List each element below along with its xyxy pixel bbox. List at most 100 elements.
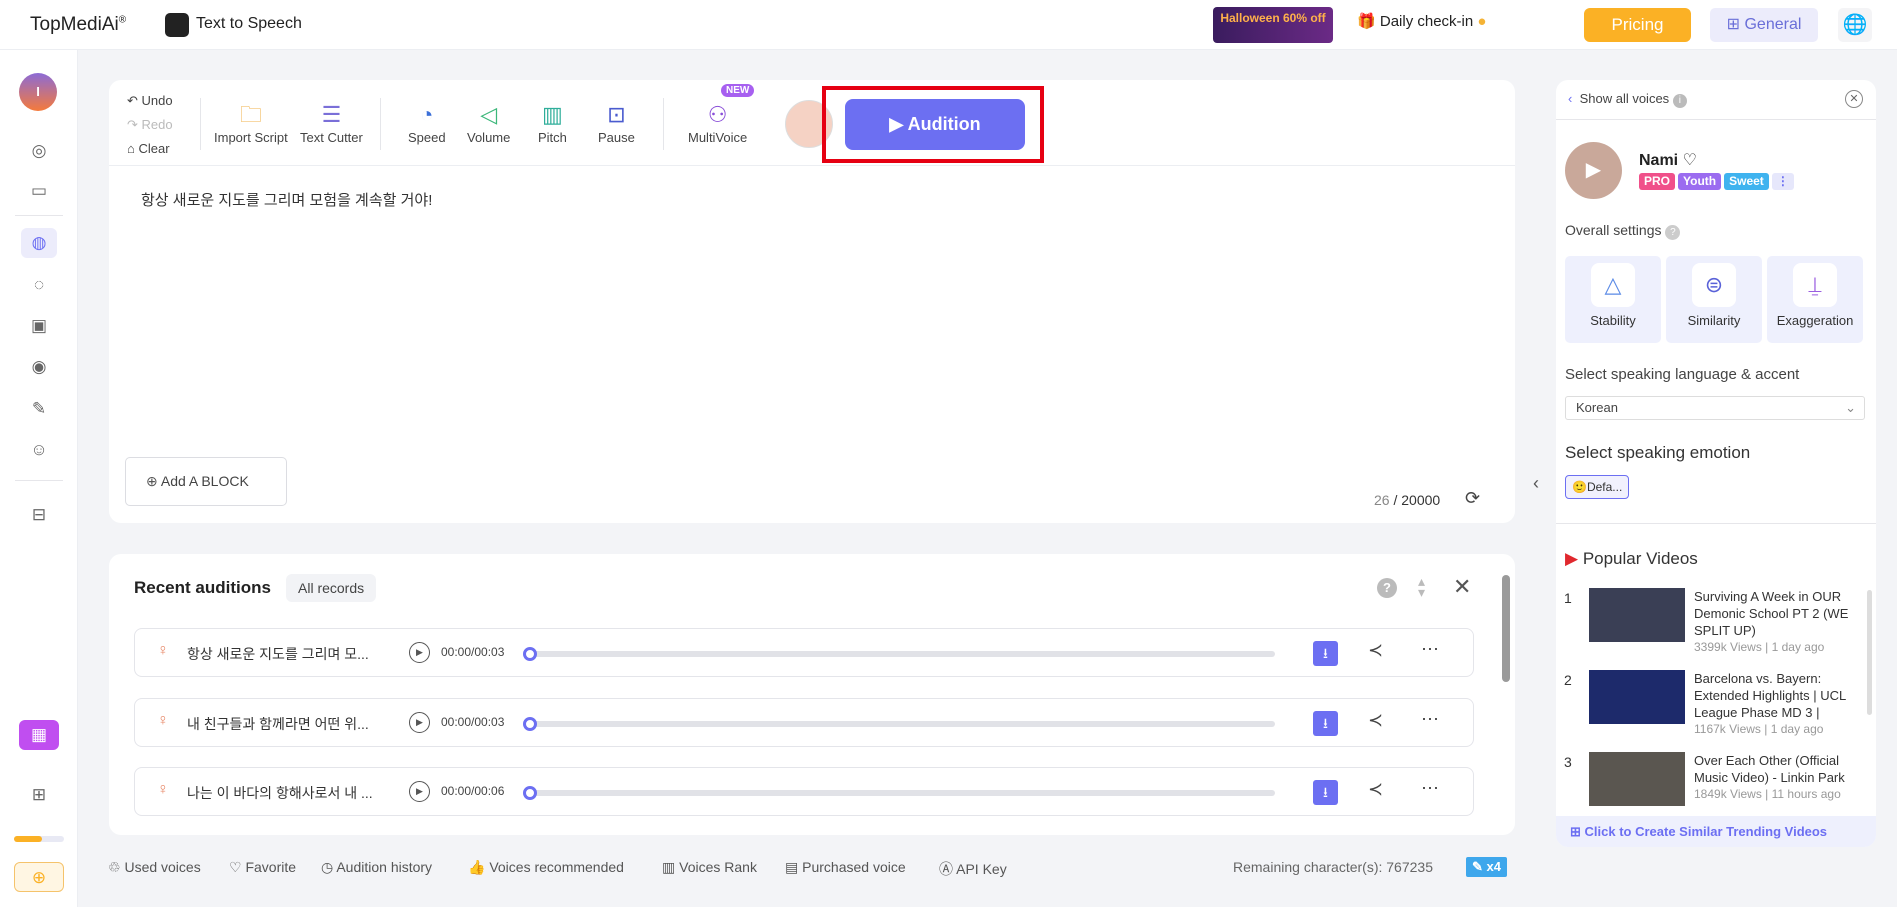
close-icon[interactable]: ✕ (1453, 574, 1471, 600)
download-icon[interactable]: ⭳ (1313, 780, 1338, 805)
char-limit: / 20000 (1393, 492, 1441, 508)
text-to-speech-icon[interactable]: ◍ (21, 228, 57, 258)
pause-button[interactable]: ⊡ Pause (598, 100, 635, 145)
show-all-voices-link[interactable]: ‹ Show all voices i (1568, 91, 1687, 108)
bottom-link[interactable]: ♡ Favorite (229, 859, 296, 876)
brand-logo[interactable]: TopMediAi® (30, 14, 126, 36)
share-icon[interactable]: ≺ (1368, 640, 1383, 661)
divider (1556, 119, 1876, 120)
general-button[interactable]: ⊞ General (1710, 8, 1818, 42)
help-icon[interactable]: ? (1665, 225, 1681, 240)
popular-videos-title: ▶ Popular Videos (1565, 549, 1698, 569)
text-cutter-button[interactable]: ☰ Text Cutter (300, 100, 363, 145)
youtube-icon: ▶ (1565, 549, 1579, 568)
text-cutter-label: Text Cutter (300, 130, 363, 145)
share-icon[interactable]: ≺ (1368, 779, 1383, 800)
user-avatar[interactable]: I (19, 73, 57, 111)
info-icon[interactable]: i (1672, 94, 1687, 108)
add-credit-icon[interactable]: ⊕ (14, 862, 64, 892)
arrow-right-icon: ● (1477, 13, 1487, 30)
mic-stand-icon[interactable]: ✎ (24, 394, 54, 424)
multivoice-button[interactable]: ⚇ MultiVoice (688, 100, 747, 145)
stability-setting[interactable]: △ Stability (1565, 256, 1661, 343)
create-similar-videos-button[interactable]: ⊞ Click to Create Similar Trending Video… (1556, 816, 1876, 847)
language-select[interactable]: Korean ⌄ (1565, 396, 1865, 420)
pricing-button[interactable]: Pricing (1584, 8, 1691, 42)
brand-name: TopMediAi (30, 14, 119, 35)
emotion-select[interactable]: 🙂Defa... (1565, 475, 1630, 499)
redo-label: Redo (141, 117, 173, 132)
halloween-promo-banner[interactable]: Halloween 60% off (1213, 7, 1333, 43)
bottom-link[interactable]: ▤ Purchased voice (785, 859, 906, 876)
globe-icon[interactable]: 🌐 (1838, 8, 1872, 42)
download-icon[interactable]: ⭳ (1313, 711, 1338, 736)
speed-button[interactable]: ◔ Speed (408, 100, 446, 145)
video-item[interactable]: 2 Barcelona vs. Bayern: Extended Highlig… (1564, 670, 1864, 760)
redo-button[interactable]: ↷ Redo (127, 113, 173, 137)
audio-icon[interactable]: ▣ (24, 311, 54, 341)
calendar-icon[interactable]: ▦ (19, 720, 59, 750)
all-records-button[interactable]: All records (286, 574, 377, 602)
video-thumbnail[interactable] (1589, 752, 1685, 806)
slider-handle[interactable] (523, 647, 537, 661)
refresh-icon[interactable]: ⟳ (1465, 488, 1480, 509)
voice-tags: PRO Youth Sweet ⋮ (1639, 173, 1797, 190)
video-thumbnail[interactable] (1589, 588, 1685, 642)
videos-scrollbar[interactable] (1867, 590, 1872, 715)
remaining-characters: Remaining character(s): 767235 (1233, 859, 1433, 875)
tts-app-icon (165, 13, 189, 37)
collapse-panel-chevron-icon[interactable]: ‹ (1526, 398, 1546, 568)
apps-grid-icon[interactable]: ⊞ (24, 780, 54, 810)
import-folder-icon: 🗀 (239, 102, 262, 127)
daily-checkin-button[interactable]: 🎁 Daily check-in ● (1357, 12, 1486, 30)
speaker-user-icon[interactable]: ☺ (24, 435, 54, 465)
palette-icon[interactable]: ◎ (24, 136, 54, 166)
toolbox-icon[interactable]: ⊟ (24, 500, 54, 530)
multiplier-badge[interactable]: ✎ x4 (1466, 857, 1507, 877)
exaggeration-setting[interactable]: ⍊ Exaggeration (1767, 256, 1863, 343)
bottom-link-label: Used voices (124, 859, 201, 875)
import-script-button[interactable]: 🗀 Import Script (214, 100, 288, 145)
progress-slider[interactable] (527, 651, 1275, 657)
bottom-link[interactable]: 👍 Voices recommended (468, 859, 624, 876)
video-thumbnail[interactable] (1589, 670, 1685, 724)
bottom-link[interactable]: ▥ Voices Rank (662, 859, 757, 876)
video-item[interactable]: 1 Surviving A Week in OUR Demonic School… (1564, 588, 1864, 678)
scrollbar[interactable] (1502, 575, 1510, 682)
clear-button[interactable]: ⌂ Clear (127, 137, 173, 161)
share-icon[interactable]: ≺ (1368, 710, 1383, 731)
add-block-button[interactable]: ⊕ Add A BLOCK (125, 457, 287, 506)
add-block-label: Add A BLOCK (160, 473, 249, 489)
audition-row: ♀ 내 친구들과 함께라면 어떤 위... ▶ 00:00/00:03 ⭳ ≺ … (134, 698, 1474, 747)
close-panel-icon[interactable]: ✕ (1845, 90, 1863, 108)
show-all-label: Show all voices (1579, 91, 1670, 106)
progress-slider[interactable] (527, 721, 1275, 727)
folder-icon[interactable]: ▭ (24, 176, 54, 206)
bottom-link[interactable]: ◷ Audition history (321, 859, 432, 876)
more-options-icon[interactable]: ⋯ (1421, 639, 1439, 660)
sort-toggle-icon[interactable]: ▴ ▾ (1418, 574, 1425, 599)
volume-button[interactable]: ◁ Volume (467, 100, 510, 145)
similarity-setting[interactable]: ⊜ Similarity (1666, 256, 1762, 343)
play-icon[interactable]: ▶ (409, 781, 430, 802)
bottom-link[interactable]: Ⓐ API Key (939, 859, 1007, 879)
script-text-area[interactable]: 항상 새로운 지도를 그리며 모험을 계속할 거야! (141, 189, 432, 210)
bottom-link-label: API Key (956, 861, 1007, 877)
microphone-icon[interactable]: ◉ (24, 352, 54, 382)
help-icon[interactable]: ? (1377, 578, 1397, 598)
play-icon[interactable]: ▶ (409, 642, 430, 663)
voice-changer-icon[interactable]: ◌ (24, 270, 54, 300)
play-icon[interactable]: ▶ (409, 712, 430, 733)
more-options-icon[interactable]: ⋯ (1421, 778, 1439, 799)
download-icon[interactable]: ⭳ (1313, 641, 1338, 666)
bottom-link[interactable]: ♲ Used voices (108, 859, 201, 876)
slider-handle[interactable] (523, 717, 537, 731)
progress-slider[interactable] (527, 790, 1275, 796)
slider-handle[interactable] (523, 786, 537, 800)
undo-button[interactable]: ↶ Undo (127, 89, 173, 113)
more-tags-icon[interactable]: ⋮ (1771, 173, 1794, 190)
pitch-button[interactable]: ▥ Pitch (538, 100, 567, 145)
favorite-heart-icon[interactable]: ♡ (1683, 152, 1697, 169)
more-options-icon[interactable]: ⋯ (1421, 709, 1439, 730)
voice-preview-play-icon[interactable]: ▶ (1565, 142, 1622, 199)
